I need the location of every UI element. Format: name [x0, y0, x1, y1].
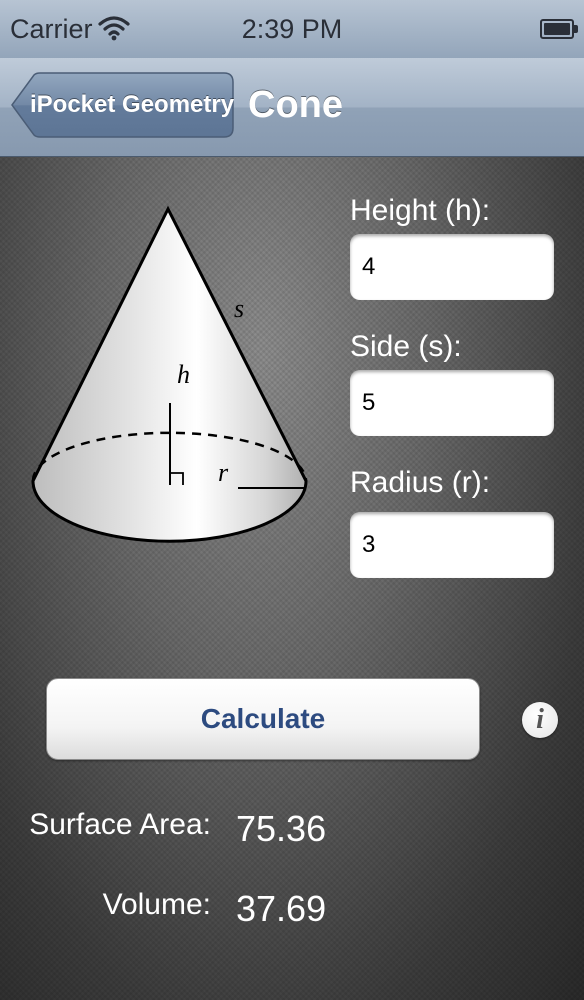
cone-surface [31, 205, 308, 543]
surface-area-value: 75.36 [236, 808, 327, 849]
surface-area-label: Surface Area: [29, 808, 211, 841]
side-field-label: Side (s): [350, 330, 462, 363]
volume-value: 37.69 [236, 888, 327, 929]
cone-diagram: s h r [31, 205, 308, 543]
page-title: Cone [248, 84, 343, 126]
side-label: s [234, 294, 244, 323]
battery-level [544, 23, 570, 35]
radius-label: r [218, 458, 229, 487]
back-button[interactable]: iPocket Geometry [10, 72, 234, 138]
height-input[interactable] [350, 234, 554, 300]
back-button-label: iPocket Geometry [30, 91, 235, 118]
status-bar: Carrier 2:39 PM [0, 0, 584, 58]
radius-input[interactable] [350, 512, 554, 578]
screen: Carrier 2:39 PM iPocket Geometry Cone s … [0, 0, 584, 1000]
status-time: 2:39 PM [241, 14, 343, 44]
height-label: h [177, 360, 190, 389]
side-input[interactable] [350, 370, 554, 436]
navigation-bar: iPocket Geometry Cone [0, 58, 584, 157]
height-field-label: Height (h): [350, 194, 491, 227]
volume-label: Volume: [102, 888, 211, 921]
info-icon[interactable]: i [522, 702, 558, 738]
battery-icon [540, 19, 574, 39]
calculate-button[interactable]: Calculate [46, 678, 480, 760]
radius-field-label: Radius (r): [350, 466, 491, 499]
battery-tip [574, 25, 578, 33]
